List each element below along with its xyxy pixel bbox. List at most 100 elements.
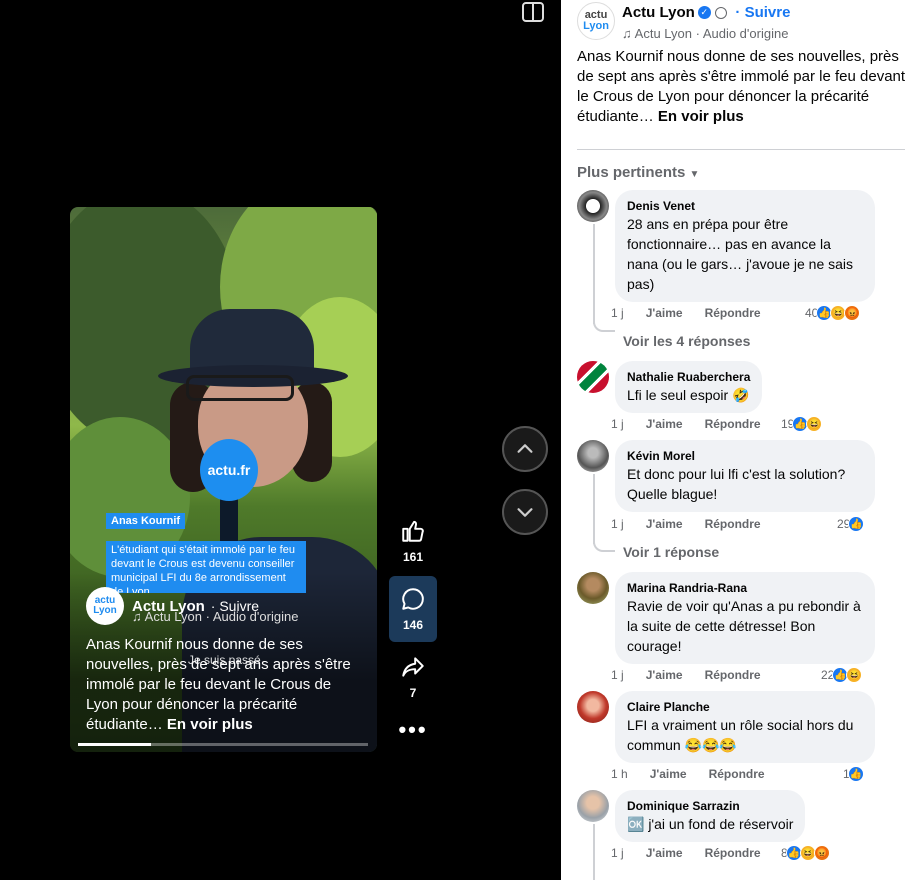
comment-time[interactable]: 1 j [611,517,624,531]
avatar[interactable] [577,691,609,723]
follow-link[interactable]: · Suivre [731,4,790,21]
comment-meta: 1 j J'aime Répondre [611,668,761,682]
header-info: Actu Lyon ✓ · Suivre ♫ Actu Lyon · Audio … [622,4,790,41]
comment-time[interactable]: 1 j [611,846,624,860]
globe-icon [714,6,727,19]
thread-line [593,474,595,544]
reply-link[interactable]: Répondre [709,767,765,781]
page-avatar[interactable]: actu Lyon [577,2,615,40]
comment-bubble: Marina Randria-Rana Ravie de voir qu'Ana… [615,572,875,664]
video-see-more[interactable]: En voir plus [167,716,253,733]
comment-text: 28 ans en prépa pour être fonctionnaire…… [627,216,854,292]
comment-meta: 1 j J'aime Répondre [611,417,761,431]
haha-reaction-icon: 😆 [846,667,863,683]
comment-text: Lfi le seul espoir 🤣 [627,387,750,403]
header-audio[interactable]: ♫ Actu Lyon · Audio d'origine [622,26,790,41]
comment-author[interactable]: Denis Venet [627,198,863,214]
sort-dropdown[interactable]: Plus pertinents ▼ [577,164,699,181]
next-video-button[interactable] [502,489,548,535]
reply-link[interactable]: Répondre [705,306,761,320]
thread-curve [593,318,615,332]
video-progress-fill [78,743,151,746]
thumbs-up-icon [402,520,424,542]
comment-meta: 1 j J'aime Répondre [611,846,761,860]
comments-panel: actu Lyon Actu Lyon ✓ · Suivre ♫ Actu Lyo… [561,0,919,880]
page-name[interactable]: Actu Lyon [622,4,695,21]
reply-link[interactable]: Répondre [705,668,761,682]
video-actions: 161 146 7 ••• [389,508,437,750]
video-audio-label[interactable]: Actu Lyon · Audio d'origine [145,609,299,624]
glasses [186,375,294,401]
comment-author[interactable]: Kévin Morel [627,448,863,464]
panel-toggle-icon[interactable] [522,2,544,22]
video-description: Anas Kournif nous donne de ses nouvelles… [86,635,356,735]
avatar[interactable] [577,440,609,472]
header-audio-label[interactable]: Actu Lyon · Audio d'origine [635,26,789,41]
reactions[interactable]: 22 👍 😆 [821,667,863,683]
avatar[interactable] [577,790,609,822]
comment-bubble: Nathalie Ruaberchera Lfi le seul espoir … [615,361,763,413]
comment-bubble: Kévin Morel Et donc pour lui lfi c'est l… [615,440,875,512]
video-progress[interactable] [78,743,368,746]
see-more-link[interactable]: En voir plus [658,108,744,125]
microphone: actu.fr [200,439,258,501]
avatar[interactable] [577,361,609,393]
comment-author[interactable]: Nathalie Ruaberchera [627,369,750,385]
haha-reaction-icon: 😆 [806,416,823,432]
chevron-up-icon [517,444,533,453]
like-link[interactable]: J'aime [646,517,683,531]
comment-time[interactable]: 1 h [611,767,628,781]
sort-label[interactable]: Plus pertinents [577,164,685,181]
comment-bubble: Denis Venet 28 ans en prépa pour être fo… [615,190,875,302]
like-link[interactable]: J'aime [646,846,683,860]
comment-meta: 1 j J'aime Répondre [611,306,761,320]
comment-text: Et donc pour lui lfi c'est la solution? … [627,466,846,502]
reply-link[interactable]: Répondre [705,517,761,531]
reply-link[interactable]: Répondre [705,417,761,431]
video-audio[interactable]: ♫ Actu Lyon · Audio d'origine [132,609,298,624]
share-count: 7 [409,686,417,700]
video-author-avatar[interactable]: actu Lyon [86,587,124,625]
comment-icon [402,588,424,610]
thread-line [593,224,595,324]
comment-author[interactable]: Dominique Sarrazin [627,798,793,814]
video-subtitle: Je suis passé [188,653,261,667]
comment-time[interactable]: 1 j [611,306,624,320]
comment-bubble: Claire Planche LFI a vraiment un rôle so… [615,691,875,763]
comment-author[interactable]: Marina Randria-Rana [627,580,863,596]
reactions[interactable]: 1 👍 [843,766,864,782]
thread-curve [593,538,615,552]
reply-link[interactable]: Répondre [705,846,761,860]
comment-time[interactable]: 1 j [611,668,624,682]
share-action[interactable]: 7 [389,644,437,710]
divider [577,149,905,150]
share-icon [402,657,424,677]
like-link[interactable]: J'aime [646,417,683,431]
avatar[interactable] [577,572,609,604]
logo-text-2: Lyon [93,605,117,616]
view-replies-link[interactable]: Voir les 4 réponses [623,333,750,349]
video-player[interactable]: actu.fr Anas Kournif L'étudiant qui s'ét… [70,207,377,752]
more-icon[interactable]: ••• [389,710,437,750]
comment-action[interactable]: 146 [389,576,437,642]
reactions[interactable]: 29 👍 [837,516,865,532]
like-link[interactable]: J'aime [650,767,687,781]
like-action[interactable]: 161 [389,508,437,574]
comment-count: 146 [402,618,424,632]
previous-video-button[interactable] [502,426,548,472]
reactions[interactable]: 8 👍 😆 😡 [781,845,830,861]
like-link[interactable]: J'aime [646,668,683,682]
reactions[interactable]: 40 👍 😆 😡 [805,305,861,321]
post-description: Anas Kournif nous donne de ses nouvelles… [577,47,907,127]
view-replies-link[interactable]: Voir 1 réponse [623,544,719,560]
caption-line: L'étudiant qui s'était immolé par le feu… [106,541,306,593]
comment-text: Ravie de voir qu'Anas a pu rebondir à la… [627,598,861,654]
comment-time[interactable]: 1 j [611,417,624,431]
avatar[interactable] [577,190,609,222]
like-link[interactable]: J'aime [646,306,683,320]
follow-label[interactable]: Suivre [745,4,791,21]
comment-author[interactable]: Claire Planche [627,699,863,715]
reactions[interactable]: 19 👍 😆 [781,416,823,432]
angry-reaction-icon: 😡 [813,845,830,861]
comment-meta: 1 j J'aime Répondre [611,517,761,531]
